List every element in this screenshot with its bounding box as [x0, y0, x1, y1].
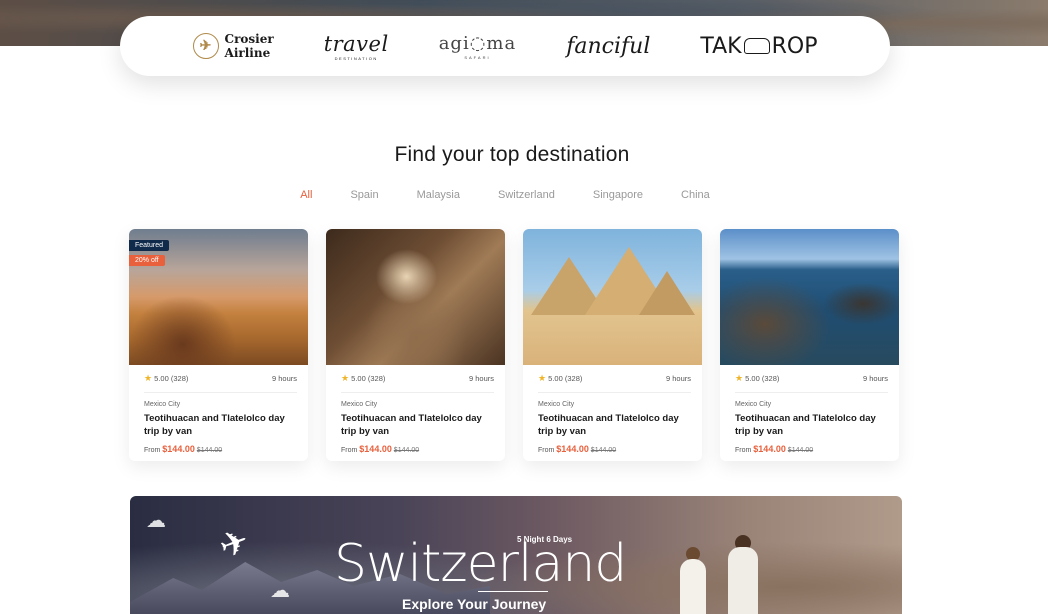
banner-title: Switzerland	[334, 534, 627, 594]
tab-china[interactable]: China	[681, 189, 710, 201]
card-price: $144.00	[162, 444, 195, 454]
logo-agama-sub: SAFARI	[464, 54, 491, 60]
card-price: $144.00	[753, 444, 786, 454]
from-label: From	[341, 447, 358, 454]
destination-filter-tabs: All Spain Malaysia Switzerland Singapore…	[0, 189, 1010, 201]
card-title[interactable]: Teotihuacan and Tlatelolco day trip by v…	[735, 412, 888, 438]
card-image-safari[interactable]: Featured 20% off	[129, 229, 308, 365]
card-location: Mexico City	[538, 401, 575, 408]
card-price-row: From $144.00 $144.00	[735, 444, 888, 454]
card-price-row: From $144.00 $144.00	[144, 444, 297, 454]
card-title[interactable]: Teotihuacan and Tlatelolco day trip by v…	[144, 412, 297, 438]
destination-card[interactable]: ★ 5.00 (328) 9 hours Mexico City Teotihu…	[326, 229, 505, 461]
card-rating: 5.00 (328)	[351, 374, 386, 383]
card-old-price: $144.00	[590, 447, 617, 454]
logo-fanciful[interactable]: fanciful	[566, 34, 650, 59]
logo-crosier-airline[interactable]: ✈ Crosier Airline	[192, 32, 274, 60]
card-image-pyramids[interactable]	[523, 229, 702, 365]
logo-takerop-left: TAK	[700, 33, 742, 59]
card-old-price: $144.00	[393, 447, 420, 454]
star-icon: ★	[735, 373, 744, 383]
card-rating: 5.00 (328)	[154, 374, 189, 383]
card-price-row: From $144.00 $144.00	[538, 444, 691, 454]
tab-switzerland[interactable]: Switzerland	[498, 189, 555, 201]
logo-travel-destination[interactable]: travel DESTINATION	[324, 32, 389, 61]
logo-agama-safari[interactable]: agi◌ma SAFARI	[439, 33, 517, 60]
logo-crosier-line1: Crosier	[224, 32, 274, 46]
logo-takerop-right: ROP	[771, 33, 818, 59]
logo-fanciful-text: fanciful	[566, 33, 651, 59]
card-price: $144.00	[556, 444, 589, 454]
card-location: Mexico City	[735, 401, 772, 408]
card-rating: 5.00 (328)	[745, 374, 780, 383]
destination-card[interactable]: ★ 5.00 (328) 9 hours Mexico City Teotihu…	[720, 229, 899, 461]
logo-takerop[interactable]: TAK ROP	[700, 34, 817, 59]
star-icon: ★	[341, 373, 350, 383]
card-old-price: $144.00	[196, 447, 223, 454]
card-location: Mexico City	[341, 401, 378, 408]
cloud-icon: ☁	[270, 580, 290, 602]
star-icon: ★	[538, 373, 547, 383]
logo-agama-main: agi◌ma	[438, 32, 517, 54]
logo-travel-sub: DESTINATION	[334, 55, 378, 61]
tab-spain[interactable]: Spain	[350, 189, 378, 201]
pyramid-shape	[639, 271, 695, 315]
from-label: From	[735, 447, 752, 454]
card-image-coast[interactable]	[720, 229, 899, 365]
card-title[interactable]: Teotihuacan and Tlatelolco day trip by v…	[341, 412, 494, 438]
card-duration: 9 hours	[468, 374, 494, 383]
section-title: Find your top destination	[394, 143, 630, 166]
tab-all[interactable]: All	[300, 189, 312, 201]
destination-cards: Featured 20% off ★ 5.00 (328) 9 hours Me…	[129, 229, 899, 461]
card-price-row: From $144.00 $144.00	[341, 444, 494, 454]
card-image-cave[interactable]	[326, 229, 505, 365]
logo-crosier-line2: Airline	[224, 46, 271, 60]
card-title[interactable]: Teotihuacan and Tlatelolco day trip by v…	[538, 412, 691, 438]
partner-logo-bar: ✈ Crosier Airline travel DESTINATION agi…	[120, 16, 890, 76]
card-duration: 9 hours	[665, 374, 691, 383]
plane-icon: ✈	[214, 521, 255, 567]
tab-singapore[interactable]: Singapore	[593, 189, 643, 201]
cloud-icon: ☁	[146, 510, 166, 532]
card-duration: 9 hours	[271, 374, 297, 383]
card-price: $144.00	[359, 444, 392, 454]
discount-badge: 20% off	[129, 255, 165, 266]
card-rating: 5.00 (328)	[548, 374, 583, 383]
from-label: From	[538, 447, 555, 454]
featured-badge: Featured	[129, 240, 170, 251]
banner-divider	[478, 591, 548, 592]
car-icon	[743, 38, 770, 54]
tab-malaysia[interactable]: Malaysia	[417, 189, 460, 201]
destination-card[interactable]: Featured 20% off ★ 5.00 (328) 9 hours Me…	[129, 229, 308, 461]
card-location: Mexico City	[144, 401, 181, 408]
couple-photo	[680, 535, 770, 614]
star-icon: ★	[144, 373, 153, 383]
logo-travel-main: travel	[323, 31, 389, 56]
from-label: From	[144, 447, 161, 454]
card-duration: 9 hours	[862, 374, 888, 383]
switzerland-banner[interactable]: ☁ ☁ ✈ 5 Night 6 Days Switzerland Explore…	[130, 496, 902, 614]
plane-icon: ✈	[192, 33, 219, 59]
destination-card[interactable]: ★ 5.00 (328) 9 hours Mexico City Teotihu…	[523, 229, 702, 461]
card-old-price: $144.00	[787, 447, 814, 454]
banner-subtitle: Explore Your Journey	[402, 596, 547, 612]
